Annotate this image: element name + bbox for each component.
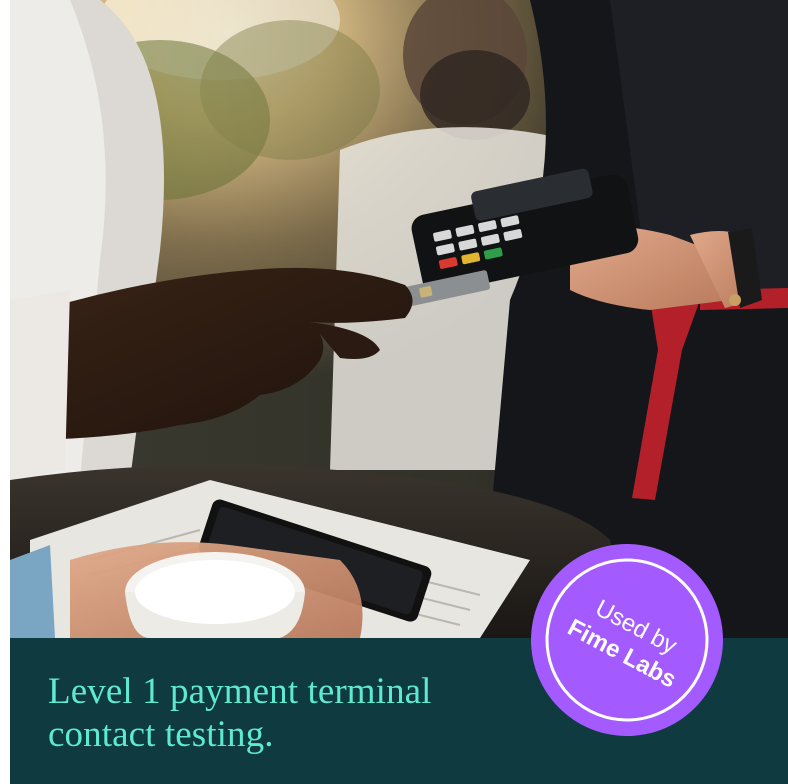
headline: Level 1 payment terminal contact testing… xyxy=(48,670,432,756)
used-by-badge: Used by Fime Labs xyxy=(531,544,723,736)
headline-line-2: contact testing. xyxy=(48,714,274,755)
promo-card: Level 1 payment terminal contact testing… xyxy=(10,0,788,784)
headline-line-1: Level 1 payment terminal xyxy=(48,671,432,712)
hero-photo xyxy=(10,0,788,638)
